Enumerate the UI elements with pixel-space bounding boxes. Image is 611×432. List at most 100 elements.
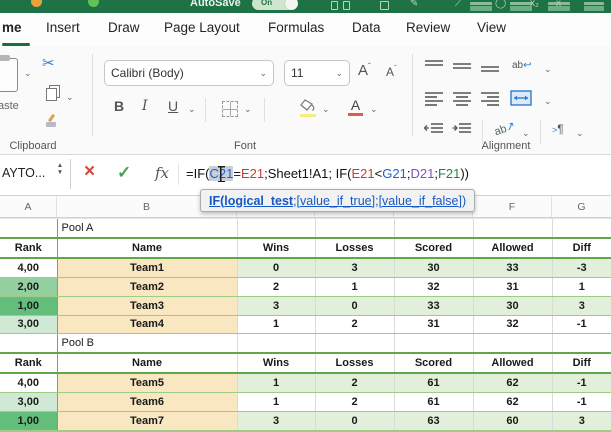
cell[interactable]: Team6 [57, 392, 238, 412]
chevron-down-icon[interactable]: ⌄ [322, 104, 330, 115]
cell[interactable] [473, 333, 553, 354]
cell[interactable]: 3 [237, 411, 316, 431]
cell[interactable]: 61 [394, 392, 474, 412]
edit-pencil-icon[interactable]: ✎ [410, 0, 418, 9]
cell[interactable]: 3 [552, 411, 611, 431]
cell[interactable]: 0 [315, 296, 395, 316]
cell[interactable]: 31 [394, 315, 474, 335]
cell[interactable]: 2,00 [0, 277, 58, 297]
cell[interactable]: 62 [473, 373, 553, 394]
cell[interactable]: Team1 [57, 258, 238, 279]
cell[interactable]: 30 [473, 296, 553, 316]
window-icon[interactable] [331, 1, 338, 10]
decrease-indent-button[interactable] [423, 122, 444, 141]
cell[interactable]: 1,00 [0, 296, 58, 316]
cell[interactable]: 4,00 [0, 258, 58, 279]
insert-function-button[interactable]: fx [155, 164, 169, 182]
cell[interactable]: Team5 [57, 373, 238, 394]
cell-style-icon[interactable] [584, 2, 604, 11]
align-left-button[interactable] [424, 90, 444, 111]
font-size-select[interactable]: 11 ⌄ [284, 60, 350, 86]
cell[interactable]: 1 [315, 277, 395, 297]
column-header-a[interactable]: A [0, 196, 57, 217]
table-style-icon[interactable] [548, 2, 570, 11]
cell[interactable]: 33 [394, 296, 474, 316]
formula-input[interactable]: =IF(C21=E21;Sheet1!A1; IF(E21<G21;D21;F2… [186, 166, 469, 182]
header-cell[interactable]: Scored [394, 237, 474, 260]
cell[interactable]: 0 [315, 411, 395, 431]
column-header-g[interactable]: G [552, 196, 611, 217]
paste-button[interactable] [0, 55, 18, 92]
tooltip-function-name[interactable]: IF( [209, 194, 224, 208]
font-color-button[interactable]: A [348, 98, 363, 116]
cell[interactable]: 4,00 [0, 373, 58, 394]
cell[interactable]: 32 [394, 277, 474, 297]
header-cell[interactable]: Rank [0, 237, 58, 260]
zoom-traffic-light[interactable] [88, 0, 99, 7]
shrink-font-button[interactable]: Aˇ [386, 64, 397, 79]
cell[interactable]: 2 [315, 373, 395, 394]
header-cell[interactable]: Wins [237, 352, 316, 375]
merge-center-button[interactable] [510, 90, 532, 111]
cell[interactable]: 3,00 [0, 392, 58, 412]
tab-view[interactable]: View [477, 20, 506, 35]
copy-button[interactable] [46, 88, 57, 101]
bold-button[interactable]: B [114, 98, 124, 114]
tab-insert[interactable]: Insert [46, 20, 80, 35]
cell[interactable] [237, 333, 316, 354]
table-style-icon[interactable] [510, 2, 532, 11]
cell[interactable]: 31 [473, 277, 553, 297]
header-cell[interactable]: Diff [552, 352, 611, 375]
tab-page-layout[interactable]: Page Layout [164, 20, 240, 35]
fill-color-button[interactable] [300, 99, 317, 117]
cell[interactable] [0, 430, 58, 432]
undo-icon[interactable]: ⟋ [455, 0, 462, 9]
cell[interactable]: -1 [552, 373, 611, 394]
cell[interactable]: 33 [473, 258, 553, 279]
header-cell[interactable]: Allowed [473, 237, 553, 260]
tooltip-arg-value-if-true[interactable]: [value_if_true] [297, 194, 376, 208]
format-painter-button[interactable] [46, 113, 58, 128]
cell[interactable]: 61 [394, 373, 474, 394]
chevron-down-icon[interactable]: ⌄ [188, 104, 196, 115]
cell[interactable]: -1 [552, 392, 611, 412]
tab-data[interactable]: Data [352, 20, 381, 35]
cell[interactable] [0, 218, 58, 239]
underline-button[interactable]: U [168, 98, 178, 114]
font-name-select[interactable]: Calibri (Body) ⌄ [104, 60, 274, 86]
cell[interactable]: 1 [237, 315, 316, 335]
text-direction-button[interactable]: >¶ [552, 122, 564, 136]
cell[interactable]: 3 [237, 296, 316, 316]
cell[interactable]: 3 [552, 296, 611, 316]
cell[interactable] [552, 430, 611, 432]
header-cell[interactable]: Scored [394, 352, 474, 375]
cell[interactable]: 32 [473, 315, 553, 335]
cell[interactable] [552, 334, 611, 353]
cell[interactable] [315, 218, 395, 239]
cell[interactable]: 3,00 [0, 315, 58, 335]
cell[interactable]: Team7 [57, 411, 238, 431]
tooltip-arg-value-if-false[interactable]: [value_if_false] [379, 194, 462, 208]
tab-home[interactable]: me [2, 20, 22, 35]
header-cell[interactable]: Losses [315, 237, 395, 260]
name-box-stepper[interactable]: ▲ ▼ [55, 162, 65, 176]
chevron-down-icon[interactable]: ⌄ [544, 64, 552, 75]
chevron-down-icon[interactable]: ⌄ [24, 68, 32, 79]
cell[interactable]: 1 [552, 277, 611, 297]
align-bottom-button[interactable] [480, 58, 500, 79]
stepper-up-icon[interactable]: ▲ [57, 162, 63, 169]
cell[interactable]: 63 [394, 411, 474, 431]
cell[interactable]: -1 [552, 315, 611, 335]
wrap-text-button[interactable]: ab↩ [512, 60, 532, 71]
table-style-icon[interactable] [470, 2, 492, 11]
italic-button[interactable]: I [142, 98, 148, 114]
cell[interactable] [394, 430, 474, 432]
stepper-down-icon[interactable]: ▼ [57, 169, 63, 176]
name-box[interactable]: AYTO... [2, 166, 45, 180]
cell[interactable] [315, 430, 395, 432]
header-cell[interactable]: Rank [0, 352, 58, 375]
chevron-down-icon[interactable]: ⌄ [66, 92, 74, 103]
cell[interactable]: Team2 [57, 277, 238, 297]
window-icon[interactable] [343, 1, 350, 10]
align-top-button[interactable] [424, 58, 444, 79]
